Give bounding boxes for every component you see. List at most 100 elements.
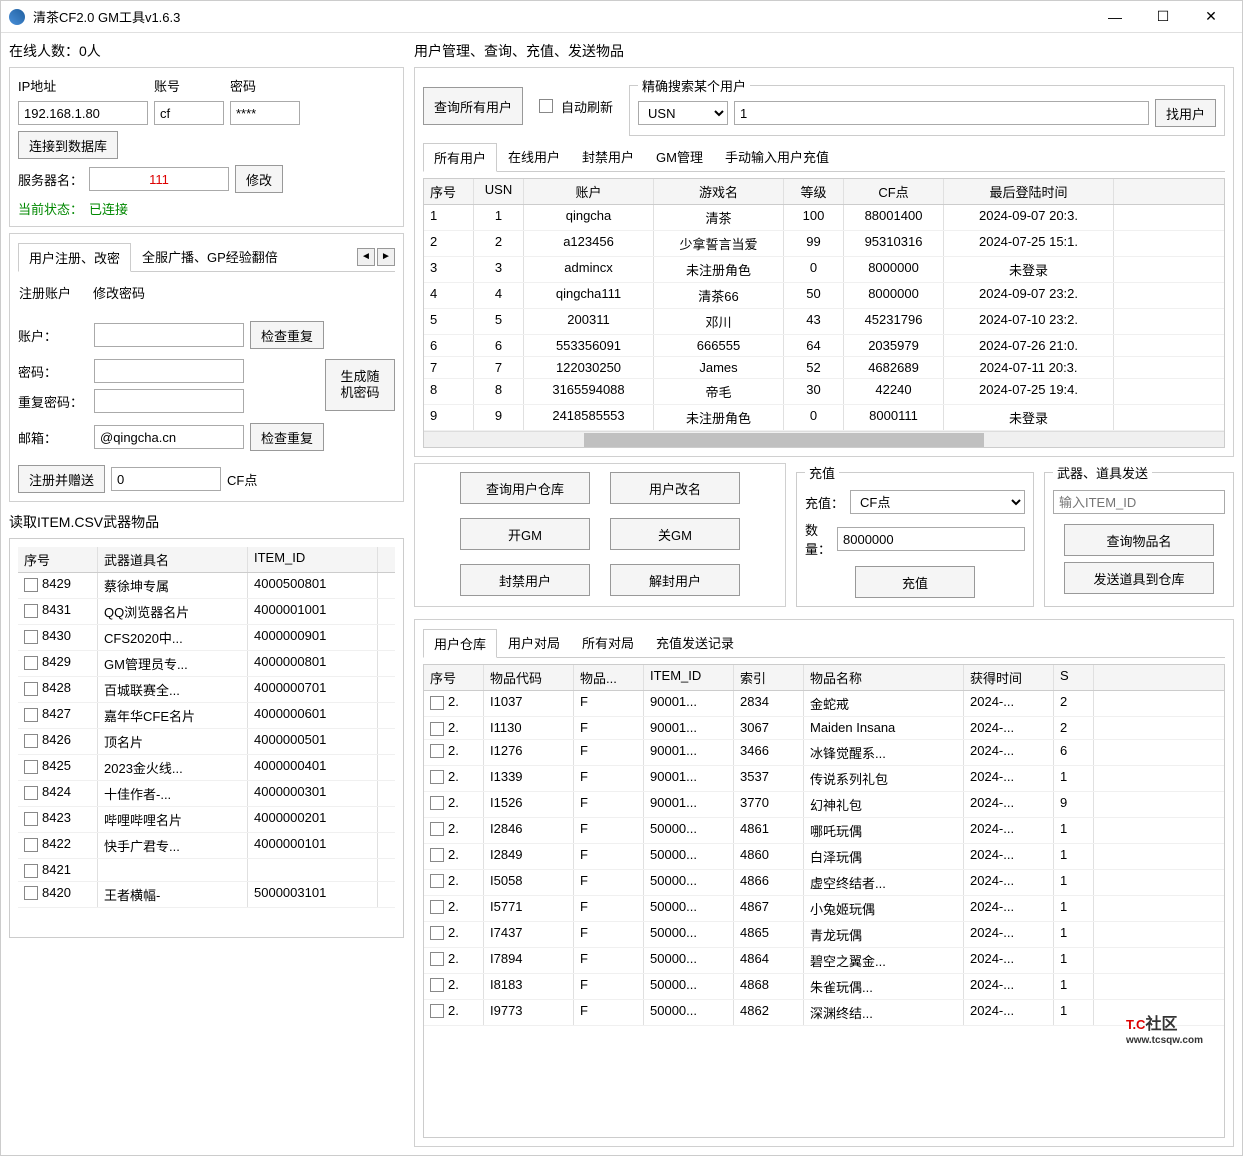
tab-register[interactable]: 用户注册、改密 — [18, 243, 131, 272]
checkbox-icon[interactable] — [24, 760, 38, 774]
tab-broadcast[interactable]: 全服广播、GP经验翻倍 — [131, 242, 289, 271]
query-all-users-button[interactable]: 查询所有用户 — [423, 87, 523, 125]
checkbox-icon[interactable] — [24, 786, 38, 800]
user-table-scrollbar[interactable] — [424, 431, 1224, 447]
cf-bonus-input[interactable] — [111, 467, 221, 491]
user-row[interactable]: 11qingcha清茶100880014002024-09-07 20:3. — [424, 205, 1224, 231]
wh-col-s[interactable]: S — [1054, 665, 1094, 690]
search-type-select[interactable]: USN — [638, 101, 728, 125]
server-input[interactable] — [89, 167, 229, 191]
ban-user-button[interactable]: 封禁用户 — [460, 564, 590, 596]
warehouse-row[interactable]: 2.I7894F50000...4864碧空之翼金...2024-...1 — [424, 948, 1224, 974]
warehouse-row[interactable]: 2.I1276F90001...3466冰锋觉醒系...2024-...6 — [424, 740, 1224, 766]
checkbox-icon[interactable] — [24, 656, 38, 670]
item-row[interactable]: 8421 — [18, 859, 395, 882]
connect-db-button[interactable]: 连接到数据库 — [18, 131, 118, 159]
ip-input[interactable] — [18, 101, 148, 125]
user-col-seq[interactable]: 序号 — [424, 179, 474, 204]
query-item-name-button[interactable]: 查询物品名 — [1064, 524, 1214, 556]
tab-manual-recharge[interactable]: 手动输入用户充值 — [714, 142, 840, 171]
item-row[interactable]: 8423哔哩哔哩名片4000000201 — [18, 807, 395, 833]
warehouse-row[interactable]: 2.I1339F90001...3537传说系列礼包2024-...1 — [424, 766, 1224, 792]
warehouse-row[interactable]: 2.I1526F90001...3770幻神礼包2024-...9 — [424, 792, 1224, 818]
user-row[interactable]: 33admincx未注册角色08000000未登录 — [424, 257, 1224, 283]
checkbox-icon[interactable] — [24, 604, 38, 618]
register-button[interactable]: 注册并赠送 — [18, 465, 105, 493]
tab-online-users[interactable]: 在线用户 — [497, 142, 571, 171]
item-row[interactable]: 8429GM管理员专...4000000801 — [18, 651, 395, 677]
find-user-button[interactable]: 找用户 — [1155, 99, 1216, 127]
wh-col-index[interactable]: 索引 — [734, 665, 804, 690]
reg-pwd-input[interactable] — [94, 359, 244, 383]
maximize-button[interactable]: ☐ — [1140, 2, 1186, 32]
tab-banned-users[interactable]: 封禁用户 — [571, 142, 645, 171]
item-col-id[interactable]: ITEM_ID — [248, 547, 378, 572]
tab-gm-mgmt[interactable]: GM管理 — [645, 142, 714, 171]
subtab-register[interactable]: 注册账户 — [18, 278, 82, 307]
item-row[interactable]: 8420王者横幅-5000003101 — [18, 882, 395, 908]
tab-scroll-left-icon[interactable]: ◄ — [357, 248, 375, 266]
item-row[interactable]: 84252023金火线...4000000401 — [18, 755, 395, 781]
item-row[interactable]: 8424十佳作者-...4000000301 — [18, 781, 395, 807]
user-row[interactable]: 883165594088帝毛30422402024-07-25 19:4. — [424, 379, 1224, 405]
checkbox-icon[interactable] — [24, 838, 38, 852]
item-row[interactable]: 8429蔡徐坤专属4000500801 — [18, 573, 395, 599]
user-col-gamename[interactable]: 游戏名 — [654, 179, 784, 204]
modify-server-button[interactable]: 修改 — [235, 165, 283, 193]
checkbox-icon[interactable] — [430, 696, 444, 710]
item-row[interactable]: 8431QQ浏览器名片4000001001 — [18, 599, 395, 625]
wh-col-name[interactable]: 物品名称 — [804, 665, 964, 690]
tab-all-matches[interactable]: 所有对局 — [571, 628, 645, 657]
item-id-input[interactable] — [1053, 490, 1225, 514]
acct-conn-input[interactable] — [154, 101, 224, 125]
user-row[interactable]: 22a123456少拿誓言当爱99953103162024-07-25 15:1… — [424, 231, 1224, 257]
user-col-level[interactable]: 等级 — [784, 179, 844, 204]
user-col-lastlogin[interactable]: 最后登陆时间 — [944, 179, 1114, 204]
send-item-button[interactable]: 发送道具到仓库 — [1064, 562, 1214, 594]
checkbox-icon[interactable] — [24, 886, 38, 900]
warehouse-row[interactable]: 2.I8183F50000...4868朱雀玩偶...2024-...1 — [424, 974, 1224, 1000]
checkbox-icon[interactable] — [24, 682, 38, 696]
user-col-acct[interactable]: 账户 — [524, 179, 654, 204]
item-col-name[interactable]: 武器道具名 — [98, 547, 248, 572]
checkbox-icon[interactable] — [24, 864, 38, 878]
checkbox-icon[interactable] — [430, 770, 444, 784]
search-value-input[interactable] — [734, 101, 1149, 125]
wh-col-seq[interactable]: 序号 — [424, 665, 484, 690]
checkbox-icon[interactable] — [430, 978, 444, 992]
user-row[interactable]: 665533560916665556420359792024-07-26 21:… — [424, 335, 1224, 357]
checkbox-icon[interactable] — [430, 796, 444, 810]
checkbox-icon[interactable] — [430, 874, 444, 888]
checkbox-icon[interactable] — [24, 578, 38, 592]
recharge-amt-input[interactable] — [837, 527, 1025, 551]
rename-user-button[interactable]: 用户改名 — [610, 472, 740, 504]
wh-col-code[interactable]: 物品代码 — [484, 665, 574, 690]
close-gm-button[interactable]: 关GM — [610, 518, 740, 550]
checkbox-icon[interactable] — [430, 900, 444, 914]
checkbox-icon[interactable] — [430, 744, 444, 758]
query-warehouse-button[interactable]: 查询用户仓库 — [460, 472, 590, 504]
checkbox-icon[interactable] — [24, 734, 38, 748]
item-row[interactable]: 8430CFS2020中...4000000901 — [18, 625, 395, 651]
checkbox-icon[interactable] — [24, 630, 38, 644]
tab-scroll-right-icon[interactable]: ► — [377, 248, 395, 266]
tab-recharge-log[interactable]: 充值发送记录 — [645, 628, 745, 657]
checkbox-icon[interactable] — [430, 822, 444, 836]
tab-user-matches[interactable]: 用户对局 — [497, 628, 571, 657]
checkbox-icon[interactable] — [430, 1004, 444, 1018]
reg-pwd2-input[interactable] — [94, 389, 244, 413]
tab-all-users[interactable]: 所有用户 — [423, 143, 497, 172]
recharge-type-select[interactable]: CF点 — [850, 490, 1025, 514]
item-row[interactable]: 8422快手广君专...4000000101 — [18, 833, 395, 859]
warehouse-row[interactable]: 2.I2846F50000...4861哪吒玩偶2024-...1 — [424, 818, 1224, 844]
item-row[interactable]: 8428百城联赛全...4000000701 — [18, 677, 395, 703]
warehouse-row[interactable]: 2.I2849F50000...4860白泽玩偶2024-...1 — [424, 844, 1224, 870]
gen-pwd-button[interactable]: 生成随机密码 — [325, 359, 395, 411]
user-row[interactable]: 77122030250James5246826892024-07-11 20:3… — [424, 357, 1224, 379]
unban-user-button[interactable]: 解封用户 — [610, 564, 740, 596]
minimize-button[interactable]: — — [1092, 2, 1138, 32]
open-gm-button[interactable]: 开GM — [460, 518, 590, 550]
recharge-button[interactable]: 充值 — [855, 566, 975, 598]
checkbox-icon[interactable] — [430, 952, 444, 966]
item-col-seq[interactable]: 序号 — [18, 547, 98, 572]
